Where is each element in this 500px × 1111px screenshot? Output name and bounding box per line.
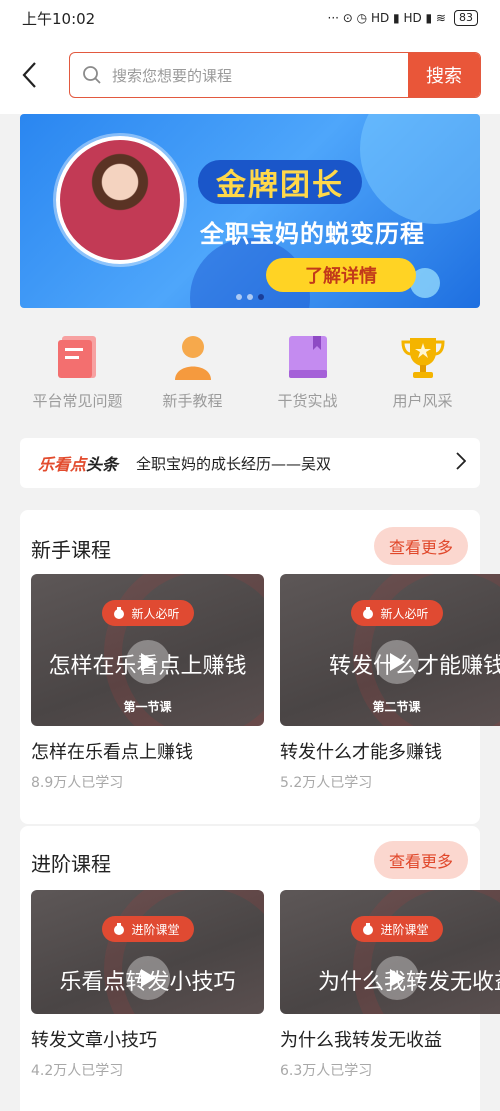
category-label: 平台常见问题 (32, 392, 123, 410)
bell-icon (360, 606, 374, 620)
bell-icon (111, 606, 125, 620)
banner-badge: 金牌团长 (198, 160, 362, 204)
bell-icon (111, 922, 125, 936)
section-title: 新手课程 (31, 538, 111, 562)
chevron-left-icon (22, 62, 36, 88)
ticker-brand-suffix: 头条 (86, 455, 119, 474)
category-user-showcase[interactable]: 用户风采 (365, 320, 480, 420)
course-thumbnail[interactable]: 新人必听 怎样在乐看点上赚钱 第一节课 (31, 574, 264, 726)
course-tag: 新人必听 (101, 600, 194, 626)
category-beginner-tutorial[interactable]: 新手教程 (135, 320, 250, 420)
course-tag: 新人必听 (350, 600, 443, 626)
header: 搜索您想要的课程 搜索 (0, 36, 500, 114)
course-tag-label: 新人必听 (131, 606, 180, 621)
play-icon[interactable] (374, 640, 419, 684)
course-learners: 6.3万人已学习 (280, 1063, 373, 1079)
category-label: 干货实战 (277, 392, 338, 410)
course-tag: 进阶课堂 (350, 916, 443, 942)
carousel-dots (236, 294, 264, 300)
course-tag-label: 新人必听 (380, 606, 429, 621)
category-label: 新手教程 (162, 392, 223, 410)
status-icons: ··· ⊙ ◷ HD ▮ HD ▮ ≋ 83 (328, 10, 478, 26)
course-tag-label: 进阶课堂 (131, 922, 180, 937)
course-thumbnail[interactable]: 进阶课堂 乐看点转发小技巧 (31, 890, 264, 1014)
view-more-button[interactable]: 查看更多 (374, 841, 468, 879)
course-card[interactable]: 进阶课堂 乐看点转发小技巧 转发文章小技巧 4.2万人已学习 (31, 890, 264, 1080)
status-indicators: ··· ⊙ ◷ HD ▮ HD ▮ ≋ (327, 11, 446, 25)
course-card[interactable]: 进阶课堂 为什么我转发无收益 为什么我转发无收益 6.3万人已学习 (280, 890, 500, 1080)
category-faq[interactable]: 平台常见问题 (20, 320, 135, 420)
person-icon (170, 334, 216, 380)
course-list: 新人必听 怎样在乐看点上赚钱 第一节课 怎样在乐看点上赚钱 8.9万人已学习 新… (31, 574, 500, 792)
play-icon[interactable] (374, 956, 419, 1000)
lesson-number: 第一节课 (123, 700, 172, 714)
category-nav: 平台常见问题 新手教程 干货实战 用户风采 (20, 320, 480, 420)
view-more-button[interactable]: 查看更多 (374, 527, 468, 565)
carousel-dot-active[interactable] (258, 294, 264, 300)
course-learners: 4.2万人已学习 (31, 1063, 124, 1079)
status-time: 上午10:02 (22, 9, 96, 28)
ticker-brand: 乐看点头条 (38, 451, 118, 475)
back-button[interactable] (16, 58, 42, 92)
bell-icon (360, 922, 374, 936)
course-title[interactable]: 转发文章小技巧 (31, 1026, 264, 1052)
headline-ticker[interactable]: 乐看点头条 全职宝妈的成长经历——吴双 (20, 438, 480, 488)
ticker-brand-main: 乐看点 (38, 455, 87, 474)
course-card[interactable]: 新人必听 转发什么才能赚钱 第二节课 转发什么才能多赚钱 5.2万人已学习 (280, 574, 500, 792)
search-input[interactable]: 搜索您想要的课程 (112, 65, 408, 86)
status-bar: 上午10:02 ··· ⊙ ◷ HD ▮ HD ▮ ≋ 83 (0, 0, 500, 36)
course-thumbnail[interactable]: 新人必听 转发什么才能赚钱 第二节课 (280, 574, 500, 726)
carousel-dot[interactable] (247, 294, 253, 300)
document-icon (55, 334, 101, 380)
banner-subtitle: 全职宝妈的蜕变历程 (200, 220, 425, 248)
section-beginner-courses: 新手课程 查看更多 新人必听 怎样在乐看点上赚钱 第一节课 怎样在乐看点上赚钱 … (20, 510, 500, 824)
search-bar[interactable]: 搜索您想要的课程 搜索 (69, 52, 481, 98)
course-tag: 进阶课堂 (101, 916, 194, 942)
chevron-right-icon[interactable] (456, 452, 467, 474)
course-title[interactable]: 为什么我转发无收益 (280, 1026, 500, 1052)
section-title: 进阶课程 (31, 852, 111, 876)
course-learners: 5.2万人已学习 (280, 775, 373, 791)
play-icon[interactable] (125, 956, 170, 1000)
banner-cta-button[interactable]: 了解详情 (266, 258, 416, 292)
course-thumbnail[interactable]: 进阶课堂 为什么我转发无收益 (280, 890, 500, 1014)
section-advanced-courses: 进阶课程 查看更多 进阶课堂 乐看点转发小技巧 转发文章小技巧 4.2万人已学习… (20, 826, 500, 1111)
lesson-number: 第二节课 (372, 700, 421, 714)
course-card[interactable]: 新人必听 怎样在乐看点上赚钱 第一节课 怎样在乐看点上赚钱 8.9万人已学习 (31, 574, 264, 792)
course-learners: 8.9万人已学习 (31, 775, 124, 791)
search-icon (82, 64, 104, 86)
course-title[interactable]: 转发什么才能多赚钱 (280, 738, 500, 764)
course-title[interactable]: 怎样在乐看点上赚钱 (31, 738, 264, 764)
search-button[interactable]: 搜索 (408, 53, 480, 97)
play-icon[interactable] (125, 640, 170, 684)
category-label: 用户风采 (392, 392, 453, 410)
course-list: 进阶课堂 乐看点转发小技巧 转发文章小技巧 4.2万人已学习 进阶课堂 为什么我… (31, 890, 500, 1080)
category-practical[interactable]: 干货实战 (250, 320, 365, 420)
book-icon (285, 334, 331, 380)
battery-icon: 83 (454, 10, 478, 26)
promo-banner[interactable]: 金牌团长 全职宝妈的蜕变历程 了解详情 (20, 114, 480, 308)
banner-avatar (56, 136, 184, 264)
course-tag-label: 进阶课堂 (380, 922, 429, 937)
ticker-headline[interactable]: 全职宝妈的成长经历——吴双 (136, 453, 456, 474)
carousel-dot[interactable] (236, 294, 242, 300)
trophy-icon (400, 334, 446, 380)
banner-decoration (360, 114, 480, 224)
